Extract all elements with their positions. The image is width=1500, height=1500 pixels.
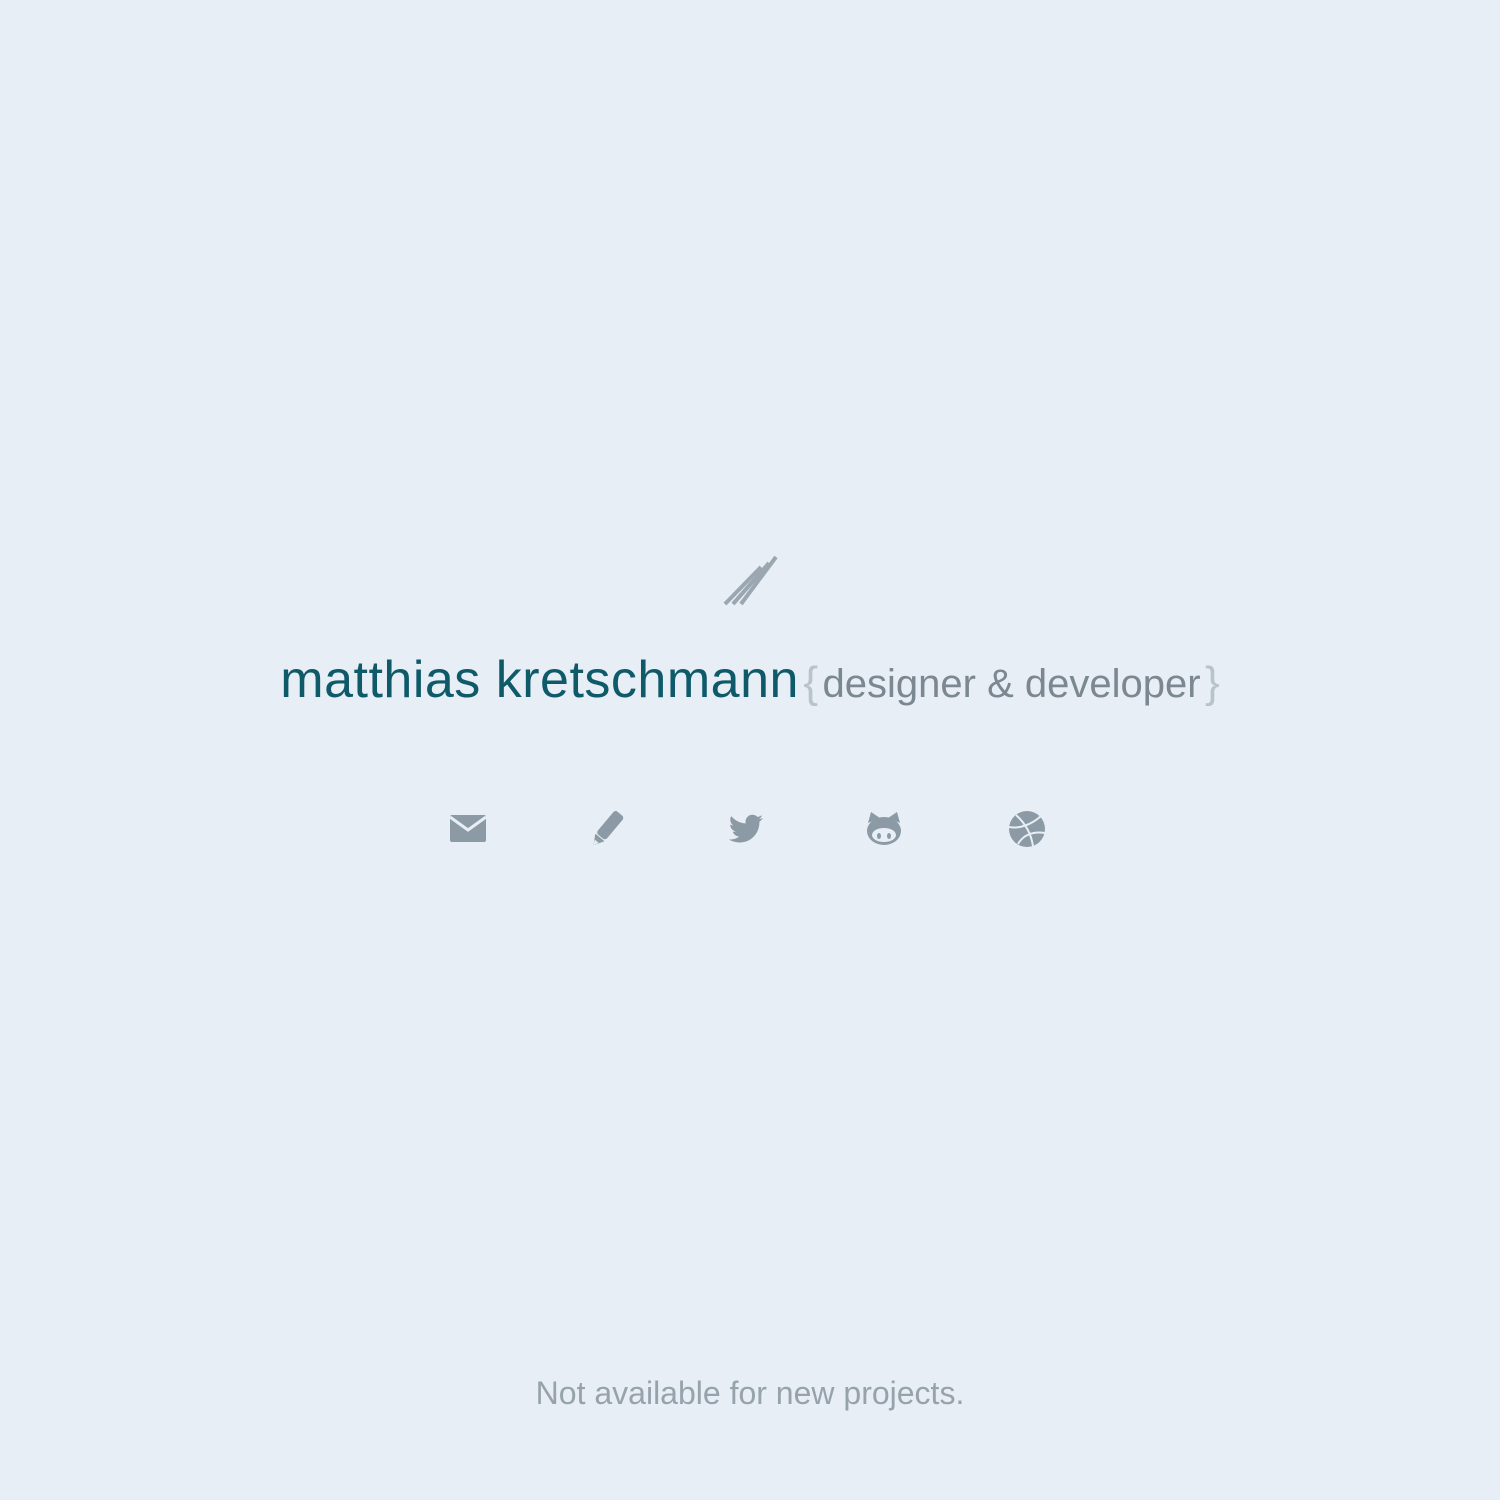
- twitter-icon: [721, 805, 769, 853]
- pencil-icon: [583, 805, 631, 853]
- dribbble-link[interactable]: [1003, 805, 1051, 853]
- mail-link[interactable]: [444, 805, 492, 853]
- dribbble-icon: [1003, 805, 1051, 853]
- brace-open: {: [803, 658, 819, 707]
- github-link[interactable]: [860, 805, 908, 853]
- site-role: designer & developer: [822, 662, 1201, 706]
- site-name: matthias kretschmann: [280, 651, 799, 709]
- github-icon: [860, 805, 908, 853]
- availability-note: Not available for new projects.: [535, 1375, 965, 1411]
- blog-link[interactable]: [583, 805, 631, 853]
- slashes-logo-icon: [723, 553, 779, 609]
- social-links: [0, 805, 1500, 853]
- page-title: matthias kretschmann { designer & develo…: [0, 650, 1500, 710]
- brace-close: }: [1205, 658, 1220, 707]
- twitter-link[interactable]: [721, 805, 769, 853]
- mail-icon: [444, 805, 492, 853]
